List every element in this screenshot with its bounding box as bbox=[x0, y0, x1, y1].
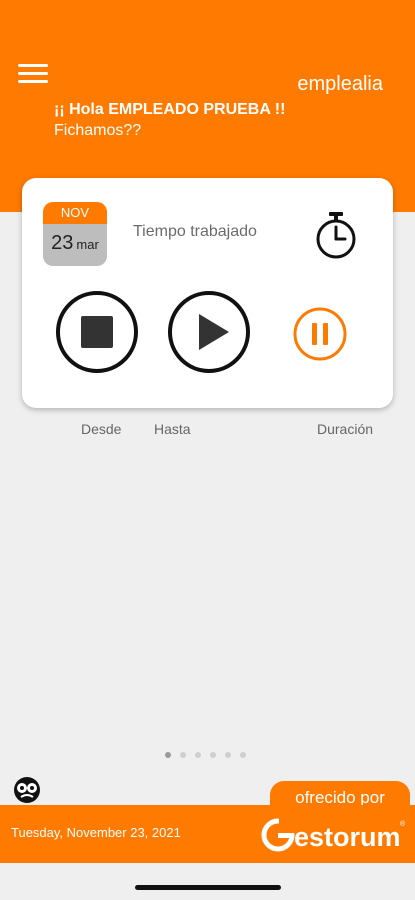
svg-text:estorum: estorum bbox=[294, 822, 401, 852]
calendar-badge: NOV 23 mar bbox=[43, 202, 107, 266]
subgreeting-text: Fichamos?? bbox=[54, 122, 142, 139]
column-duracion: Duración bbox=[317, 421, 374, 437]
svg-text:®: ® bbox=[400, 820, 406, 828]
column-hasta: Hasta bbox=[154, 421, 191, 437]
page-dot[interactable] bbox=[210, 752, 216, 758]
brand-name: emplealia bbox=[297, 73, 383, 95]
faces-icon[interactable] bbox=[12, 775, 42, 805]
calendar-day: 23 bbox=[51, 232, 74, 254]
calendar-month: NOV bbox=[43, 202, 107, 224]
worked-time-label: Tiempo trabajado bbox=[133, 223, 257, 240]
footer-bar: Tuesday, November 23, 2021 estorum ® bbox=[0, 805, 415, 863]
page-dot[interactable] bbox=[225, 752, 231, 758]
page-dot[interactable] bbox=[195, 752, 201, 758]
stopwatch-icon bbox=[316, 212, 356, 259]
clock-card: NOV 23 mar Tiempo trabajado bbox=[22, 178, 393, 408]
calendar-body: 23 mar bbox=[43, 224, 107, 266]
page-dot[interactable] bbox=[165, 752, 171, 758]
gestorum-logo: estorum ® bbox=[261, 815, 406, 852]
stop-icon bbox=[81, 316, 113, 348]
greeting-text: ¡¡ Hola EMPLEADO PRUEBA !! bbox=[54, 101, 286, 118]
page-indicator[interactable] bbox=[165, 752, 246, 758]
pause-button[interactable] bbox=[292, 306, 348, 362]
page-dot[interactable] bbox=[240, 752, 246, 758]
home-indicator[interactable] bbox=[135, 885, 281, 890]
page-dot[interactable] bbox=[180, 752, 186, 758]
pause-icon bbox=[312, 323, 317, 345]
footer-date: Tuesday, November 23, 2021 bbox=[11, 825, 181, 840]
calendar-weekday: mar bbox=[76, 237, 99, 252]
menu-icon[interactable] bbox=[18, 64, 48, 86]
play-button[interactable] bbox=[167, 290, 251, 374]
column-desde: Desde bbox=[81, 421, 122, 437]
stop-button[interactable] bbox=[55, 290, 139, 374]
